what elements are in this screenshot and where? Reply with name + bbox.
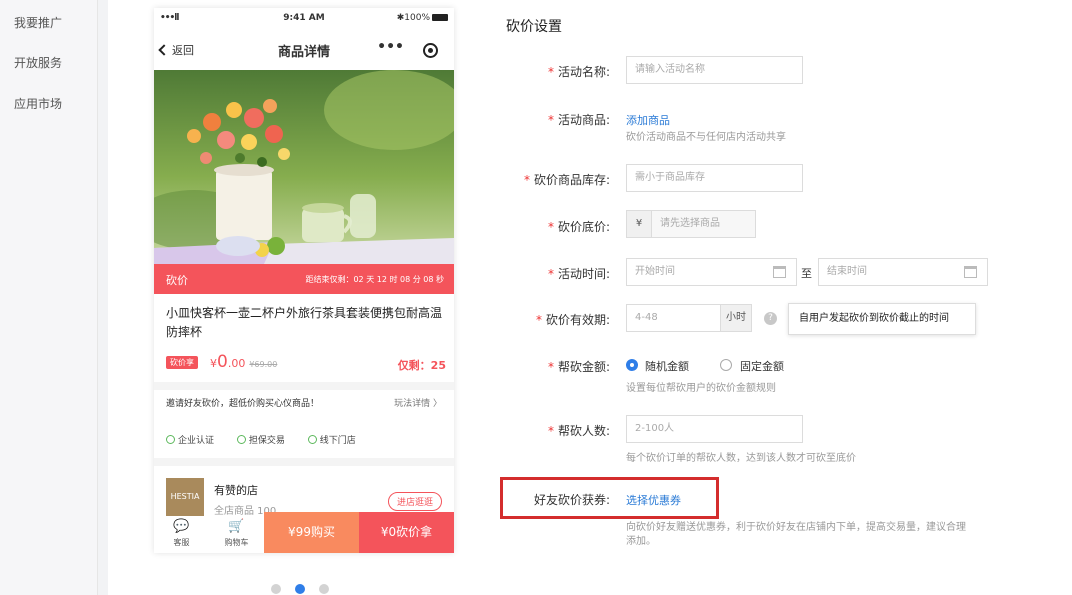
cart-button[interactable]: 🛒 购物车: [209, 512, 264, 553]
price-decimals: .00: [227, 357, 246, 370]
coupon-hint-line: 添加。: [626, 536, 656, 547]
activity-time-label: * 活动时间:: [547, 267, 610, 281]
activity-name-input[interactable]: 请输入活动名称: [626, 56, 803, 84]
helpers-hint: 每个砍价订单的帮砍人数，达到该人数才可砍至底价: [626, 453, 856, 464]
activity-product-hint: 砍价活动商品不与任何店内活动共享: [626, 132, 786, 143]
fixed-amount-radio[interactable]: [720, 359, 732, 371]
invite-text: 邀请好友砍价，超低价购买心仪商品！: [166, 399, 320, 409]
coupon-label: 好友砍价获券:: [533, 493, 610, 507]
carousel-pager: [271, 579, 343, 595]
coupon-hint: 向砍价好友赠送优惠券，利于砍价好友在店铺内下单，提高交易量，建议合理 添加。: [626, 521, 966, 549]
help-amount-label: * 帮砍金额:: [547, 360, 610, 374]
validity-label: * 砍价有效期:: [535, 313, 610, 327]
help-amount-hint: 设置每位帮砍用户的砍价金额规则: [626, 383, 776, 394]
currency-prefix: ¥: [626, 210, 652, 238]
shop-logo: HESTIA: [166, 478, 204, 516]
calendar-icon[interactable]: [964, 266, 977, 278]
badge-label: 担保交易: [248, 436, 285, 446]
trust-badges: 企业认证 担保交易 线下门店: [166, 433, 376, 446]
battery-icon: ✱100%: [397, 13, 448, 23]
pager-dot[interactable]: [319, 584, 329, 594]
service-label: 客服: [173, 538, 190, 547]
check-icon: [307, 435, 317, 444]
time-separator: 至: [801, 267, 812, 280]
hours-suffix: 小时: [720, 304, 752, 332]
bargain-tag: 砍价享: [166, 356, 198, 369]
price: ¥0.00 ¥69.00: [210, 352, 277, 372]
buy-original-button[interactable]: ¥99购买: [264, 512, 359, 553]
badge-label: 企业认证: [178, 436, 215, 446]
price-currency: ¥: [210, 357, 217, 370]
divider: [154, 382, 454, 390]
stock-label: * 砍价商品库存:: [523, 173, 610, 187]
shop-card: HESTIA 有赞的店 全店商品 100 进店逛逛: [166, 472, 442, 517]
pager-dot-active[interactable]: [295, 584, 305, 594]
validity-tooltip: 自用户发起砍价到砍价截止的时间: [788, 303, 976, 335]
page-title: 商品详情: [277, 45, 330, 60]
helpers-input[interactable]: 2-100人: [626, 415, 803, 443]
more-icon[interactable]: •••: [377, 39, 404, 55]
badge-label: 线下门店: [319, 436, 356, 446]
page: 我要推广 开放服务 应用市场 •••ll 9:41 AM ✱100% 返回 商品…: [0, 0, 1072, 595]
calendar-icon[interactable]: [773, 266, 786, 278]
bottom-action-bar: 💬 客服 🛒 购物车 ¥99购买 ¥0砍价拿: [154, 512, 454, 553]
battery-label: ✱100%: [396, 13, 430, 23]
form-title: 砍价设置: [506, 19, 562, 35]
rules-link[interactable]: 玩法详情 〉: [394, 396, 442, 409]
sidebar-item-app-market[interactable]: 应用市场: [14, 95, 62, 112]
activity-product-label: * 活动商品:: [547, 113, 610, 127]
badge-item: 担保交易: [236, 435, 295, 446]
badge-item: 企业认证: [166, 435, 224, 446]
floor-price-input[interactable]: 请先选择商品: [651, 210, 756, 238]
helpers-label: * 帮砍人数:: [547, 424, 610, 438]
original-price: ¥69.00: [249, 360, 278, 369]
price-row: 砍价享 ¥0.00 ¥69.00 仅剩：25: [166, 352, 446, 374]
end-time-input[interactable]: 结束时间: [818, 258, 988, 286]
bargain-label: 砍价: [166, 274, 188, 287]
product-image: [154, 70, 454, 264]
invite-row: 邀请好友砍价，超低价购买心仪商品！ 玩法详情 〉: [166, 396, 442, 409]
random-amount-radio[interactable]: [626, 359, 638, 371]
shop-name: 有赞的店: [214, 484, 258, 497]
validity-input[interactable]: 4-48: [626, 304, 721, 332]
phone-preview: •••ll 9:41 AM ✱100% 返回 商品详情 ••• 砍价 距结束仅剩…: [154, 8, 454, 553]
check-icon: [166, 435, 175, 444]
bargain-buy-button[interactable]: ¥0砍价拿: [359, 512, 454, 553]
sidebar-item-open-service[interactable]: 开放服务: [14, 54, 62, 71]
activity-name-label: * 活动名称:: [547, 65, 610, 79]
target-icon[interactable]: [423, 43, 438, 58]
price-value: 0: [217, 352, 228, 372]
service-button[interactable]: 💬 客服: [154, 512, 209, 553]
badge-item: 线下门店: [307, 435, 366, 446]
status-bar: •••ll 9:41 AM ✱100%: [154, 8, 454, 30]
sidebar-item-promotion[interactable]: 我要推广: [14, 14, 62, 31]
fixed-amount-label[interactable]: 固定金额: [740, 358, 784, 374]
sidebar: 我要推广 开放服务 应用市场: [0, 0, 98, 595]
floor-price-label: * 砍价底价:: [547, 220, 610, 234]
select-coupon-link[interactable]: 选择优惠券: [626, 492, 681, 508]
stock-input[interactable]: 需小于商品库存: [626, 164, 803, 192]
start-time-input[interactable]: 开始时间: [626, 258, 797, 286]
add-product-link[interactable]: 添加商品: [626, 112, 670, 128]
chat-icon: 💬: [173, 519, 190, 534]
cart-icon: 🛒: [228, 519, 245, 534]
coupon-hint-line: 向砍价好友赠送优惠券，利于砍价好友在店铺内下单，提高交易量，建议合理: [626, 522, 966, 533]
bargain-banner: 砍价 距结束仅剩：02 天 12 时 08 分 08 秒: [154, 264, 454, 294]
cart-label: 购物车: [224, 538, 249, 547]
divider: [154, 458, 454, 466]
help-icon[interactable]: ?: [764, 312, 777, 325]
pager-dot[interactable]: [271, 584, 281, 594]
product-title: 小皿快客杯一壶二杯户外旅行茶具套装便携包耐高温防摔杯: [166, 306, 443, 339]
random-amount-label[interactable]: 随机金额: [645, 358, 689, 374]
nav-bar: 返回 商品详情 •••: [154, 30, 454, 70]
check-icon: [236, 435, 246, 444]
